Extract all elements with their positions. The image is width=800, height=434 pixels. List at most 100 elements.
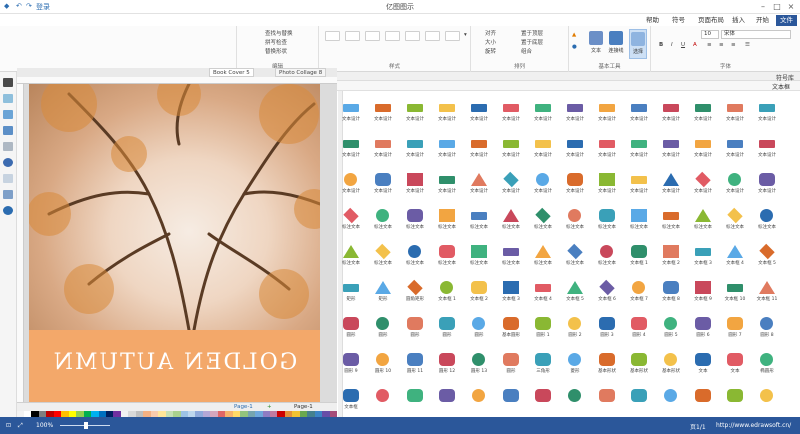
library-shape[interactable]: 文本框 10 [720,279,750,305]
align-left-icon[interactable]: ≡ [707,42,712,48]
zoom-level[interactable]: 100% [36,422,53,429]
globe-icon[interactable] [3,158,13,167]
tab-file[interactable]: 文件 [776,15,797,26]
page-setup-icon[interactable] [3,190,13,199]
library-shape[interactable]: 文本设计 [656,99,686,125]
library-shape[interactable]: 圆形 3 [592,315,622,341]
library-shape[interactable]: 圆形 1 [528,315,558,341]
font-name-select[interactable]: 宋体 [721,30,791,39]
text-tool-button[interactable]: 文本 [587,29,605,59]
library-shape[interactable]: 圆形 4 [624,315,654,341]
library-shape[interactable]: 文本设计 [337,171,366,197]
library-shape[interactable]: 圆形 10 [368,351,398,377]
doc-tab-book-cover[interactable]: Book Cover 5 [209,68,254,77]
library-shape[interactable]: 标注文本 [720,207,750,233]
library-shape[interactable]: 文本设计 [464,99,494,125]
library-shape[interactable]: 文本框 6 [592,279,622,305]
font-color-icon[interactable]: A [693,42,697,48]
library-shape[interactable]: 文本设计 [656,171,686,197]
library-shape[interactable]: 文本设计 [528,171,558,197]
library-shape[interactable]: 文本框 3 [496,279,526,305]
library-shape[interactable]: 圆形 [464,315,494,341]
library-shape[interactable] [528,387,558,413]
library-shape[interactable]: 基本形状 [656,351,686,377]
library-shape[interactable]: 标注文本 [624,207,654,233]
add-page-icon[interactable]: + [267,404,272,410]
align-center-icon[interactable]: ≡ [719,42,724,48]
find-replace-button[interactable]: 查找与替换 [265,29,293,37]
library-shape[interactable]: 文本设计 [560,135,590,161]
library-shape[interactable] [656,387,686,413]
library-shape[interactable]: 文本设计 [400,171,430,197]
library-shape[interactable]: 标注文本 [528,243,558,269]
library-shape[interactable] [464,387,494,413]
library-shape[interactable]: 标注文本 [496,207,526,233]
maximize-icon[interactable]: □ [770,1,784,13]
library-shape[interactable]: 文本框 2 [656,243,686,269]
library-shape[interactable]: 文本设计 [528,99,558,125]
library-shape[interactable]: 文本框 4 [528,279,558,305]
autumn-tree-photo[interactable] [29,84,320,330]
library-shape[interactable]: 文本框 3 [688,243,718,269]
library-shape[interactable]: 文本设计 [432,171,462,197]
underline-icon[interactable]: U [681,42,685,48]
library-shape[interactable]: 文本设计 [688,135,718,161]
library-shape[interactable]: 标注文本 [400,207,430,233]
library-shape[interactable]: 文本设计 [337,135,366,161]
library-shape[interactable]: 基本形状 [592,351,622,377]
library-shape[interactable]: 矩形 [368,279,398,305]
library-shape[interactable]: 标注文本 [560,243,590,269]
library-shape[interactable]: 文本 [720,351,750,377]
style-swatch-2[interactable] [345,31,360,41]
library-shape[interactable]: 椭圆形 [752,351,782,377]
line-icon[interactable] [3,110,13,119]
replace-shape-button[interactable]: 替换形状 [265,47,287,55]
align-button[interactable]: 对齐 [485,29,496,37]
library-shape[interactable] [368,387,398,413]
library-shape[interactable]: 圆形 7 [720,315,750,341]
library-shape[interactable]: 标注文本 [560,207,590,233]
library-shape[interactable]: 文本设计 [624,135,654,161]
library-shape[interactable]: 文本框 [337,387,366,413]
library-shape[interactable]: 矩形 [337,279,366,305]
library-shape[interactable] [432,387,462,413]
font-size-select[interactable]: 10 [701,30,719,39]
library-shape[interactable]: 文本框 4 [720,243,750,269]
library-shape[interactable]: 文本框 5 [752,243,782,269]
align-right-icon[interactable]: ≡ [731,42,736,48]
layers-icon[interactable] [3,174,13,183]
library-shape[interactable]: 文本框 2 [464,279,494,305]
help-icon[interactable] [3,206,13,215]
bring-front-button[interactable]: 置于顶层 [521,29,543,37]
library-shape[interactable]: 文本设计 [720,171,750,197]
library-shape[interactable]: 文本设计 [400,99,430,125]
fill-icon[interactable] [3,94,13,103]
library-shape[interactable]: 文本框 1 [624,243,654,269]
library-category-header[interactable]: 文本框 [337,81,800,91]
library-shape[interactable]: 文本设计 [688,99,718,125]
style-swatch-4[interactable] [385,31,400,41]
library-shape[interactable]: 标注文本 [464,243,494,269]
library-shape[interactable]: 文本设计 [592,135,622,161]
zoom-slider-knob[interactable] [84,422,88,429]
library-shape[interactable]: 圆形 8 [752,315,782,341]
library-shape[interactable]: 标注文本 [432,243,462,269]
library-shape[interactable]: 圆形 13 [464,351,494,377]
library-shape[interactable]: 标注文本 [528,207,558,233]
group-button[interactable]: 组合 [521,47,532,55]
style-swatch-3[interactable] [365,31,380,41]
library-shape[interactable]: 文本设计 [496,171,526,197]
tab-help[interactable]: 帮助 [642,15,663,26]
send-back-button[interactable]: 置于底层 [521,38,543,46]
library-shape[interactable]: 文本设计 [688,171,718,197]
style-swatch-6[interactable] [425,31,440,41]
library-shape[interactable]: 标注文本 [752,207,782,233]
library-shape[interactable]: 文本设计 [400,135,430,161]
library-shape[interactable]: 文本设计 [592,171,622,197]
library-shape[interactable] [688,387,718,413]
library-shape[interactable]: 文本设计 [496,135,526,161]
fullscreen-icon[interactable]: ⤢ [18,422,23,430]
book-cover-page[interactable]: GOLDEN AUTUMN [29,84,320,402]
library-shape[interactable] [560,387,590,413]
library-shape[interactable]: 文本设计 [624,99,654,125]
